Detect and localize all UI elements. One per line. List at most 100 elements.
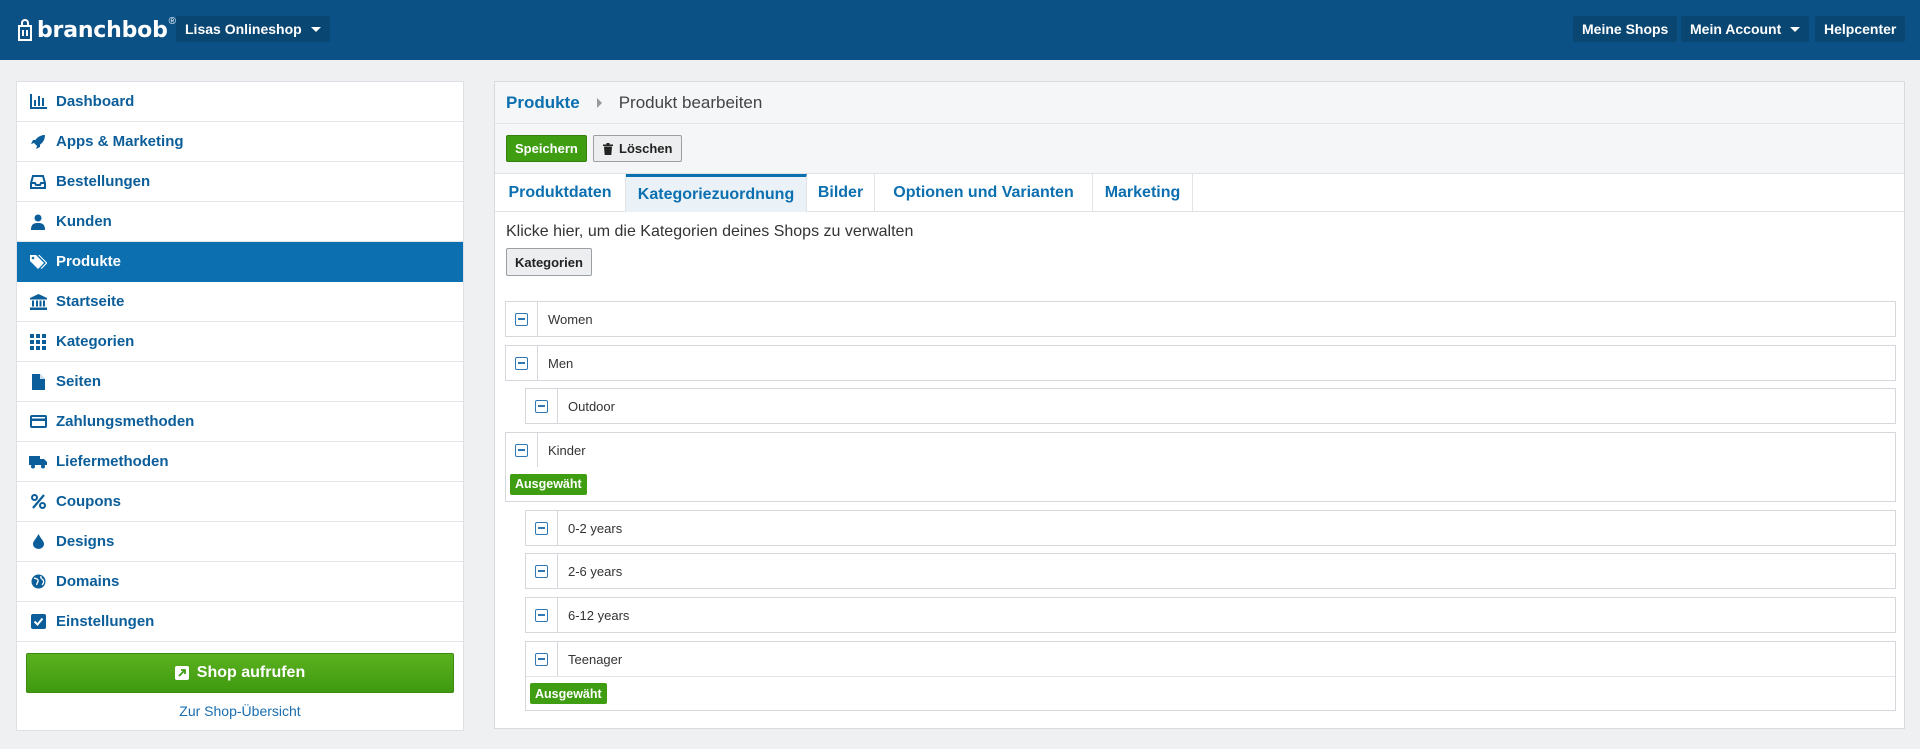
category-item-kinder: Kinder Ausgewäht <box>505 432 1896 502</box>
sidebar-item-label: Kunden <box>56 213 112 230</box>
collapse-toggle[interactable] <box>526 598 558 632</box>
trash-icon <box>603 142 613 155</box>
main-panel: Produkte Produkt bearbeiten Speichern Lö… <box>494 81 1905 729</box>
minus-square-icon <box>515 356 528 370</box>
category-name[interactable]: Teenager <box>568 652 622 667</box>
category-item-6-12-years: 6-12 years <box>525 597 1896 633</box>
product-tabs: Produktdaten Kategoriezuordnung Bilder O… <box>495 174 1904 212</box>
my-shops-label: Meine Shops <box>1582 21 1669 37</box>
selected-badge[interactable]: Ausgewäht <box>510 473 587 495</box>
minus-square-icon <box>535 399 548 413</box>
breadcrumb-separator-icon <box>596 97 602 108</box>
inbox-icon <box>29 173 47 191</box>
category-name[interactable]: 6-12 years <box>568 608 629 623</box>
sidebar-item-label: Domains <box>56 573 120 590</box>
collapse-toggle[interactable] <box>526 389 558 423</box>
tab-product-data[interactable]: Produktdaten <box>495 174 626 212</box>
category-item-outdoor: Outdoor <box>525 388 1896 424</box>
category-name[interactable]: Outdoor <box>568 399 615 414</box>
category-item-men: Men <box>505 345 1896 381</box>
category-item-women: Women <box>505 301 1896 337</box>
save-button[interactable]: Speichern <box>506 135 587 162</box>
sidebar-item-shipping-methods[interactable]: Liefermethoden <box>17 442 463 482</box>
sidebar-item-categories[interactable]: Kategorien <box>17 322 463 362</box>
sidebar-item-products[interactable]: Produkte <box>17 242 463 282</box>
caret-down-icon <box>310 26 321 32</box>
sidebar-item-pages[interactable]: Seiten <box>17 362 463 402</box>
registered-mark: ® <box>168 15 176 27</box>
collapse-toggle[interactable] <box>526 642 558 676</box>
minus-square-icon <box>515 312 528 326</box>
droplet-icon <box>29 533 47 551</box>
my-account-label: Mein Account <box>1690 21 1782 37</box>
categories-button[interactable]: Kategorien <box>506 248 592 276</box>
manage-categories-hint: Klicke hier, um die Kategorien deines Sh… <box>506 223 914 240</box>
helpcenter-button[interactable]: Helpcenter <box>1815 16 1906 42</box>
brand-name: branchbob <box>37 17 168 43</box>
credit-card-icon <box>29 413 47 431</box>
sidebar-item-label: Zahlungsmethoden <box>56 413 195 430</box>
sidebar-item-label: Seiten <box>56 373 102 390</box>
sidebar: Dashboard Apps & Marketing Bestellungen … <box>16 81 464 731</box>
tab-category-assignment[interactable]: Kategoriezuordnung <box>626 174 807 212</box>
collapse-toggle[interactable] <box>506 433 538 467</box>
globe-icon <box>29 573 47 591</box>
tab-images[interactable]: Bilder <box>807 174 875 212</box>
sidebar-item-label: Apps & Marketing <box>56 133 184 150</box>
sidebar-item-apps-marketing[interactable]: Apps & Marketing <box>17 122 463 162</box>
caret-down-icon <box>1790 26 1801 32</box>
sidebar-item-label: Bestellungen <box>56 173 151 190</box>
collapse-toggle[interactable] <box>506 346 538 380</box>
brand-logo[interactable]: branchbob ® <box>16 15 176 45</box>
sidebar-item-label: Startseite <box>56 293 125 310</box>
my-shops-button[interactable]: Meine Shops <box>1573 16 1678 42</box>
shop-selector-dropdown[interactable]: Lisas Onlineshop <box>176 16 330 42</box>
collapse-toggle[interactable] <box>526 554 558 588</box>
bar-chart-icon <box>29 93 47 111</box>
delete-button[interactable]: Löschen <box>593 135 683 162</box>
sidebar-item-designs[interactable]: Designs <box>17 522 463 562</box>
breadcrumb-products-link[interactable]: Produkte <box>506 93 580 113</box>
breadcrumb-current: Produkt bearbeiten <box>618 92 763 112</box>
collapse-toggle[interactable] <box>526 511 558 545</box>
percent-icon <box>29 493 47 511</box>
tab-options-variants[interactable]: Optionen und Varianten <box>875 174 1093 212</box>
sidebar-item-settings[interactable]: Einstellungen <box>17 602 463 642</box>
category-name[interactable]: Women <box>548 312 593 327</box>
tab-marketing[interactable]: Marketing <box>1093 174 1193 212</box>
sidebar-item-payment-methods[interactable]: Zahlungsmethoden <box>17 402 463 442</box>
category-item-2-6-years: 2-6 years <box>525 553 1896 589</box>
sidebar-item-customers[interactable]: Kunden <box>17 202 463 242</box>
external-link-icon <box>174 666 189 680</box>
minus-square-icon <box>535 564 548 578</box>
shopping-bag-icon <box>18 19 32 41</box>
sidebar-item-label: Coupons <box>56 493 121 510</box>
selected-badge[interactable]: Ausgewäht <box>530 683 607 704</box>
sidebar-item-label: Liefermethoden <box>56 453 169 470</box>
collapse-toggle[interactable] <box>506 302 538 336</box>
checkbox-icon <box>29 613 47 631</box>
sidebar-item-dashboard[interactable]: Dashboard <box>17 82 463 122</box>
breadcrumb: Produkte Produkt bearbeiten <box>495 82 1904 124</box>
sidebar-item-domains[interactable]: Domains <box>17 562 463 602</box>
sidebar-item-coupons[interactable]: Coupons <box>17 482 463 522</box>
open-shop-button[interactable]: Shop aufrufen <box>26 653 454 693</box>
sidebar-item-homepage[interactable]: Startseite <box>17 282 463 322</box>
minus-square-icon <box>535 652 548 666</box>
minus-square-icon <box>535 608 548 622</box>
shop-overview-link[interactable]: Zur Shop-Übersicht <box>17 703 463 719</box>
category-name[interactable]: 2-6 years <box>568 564 622 579</box>
category-name[interactable]: Men <box>548 356 573 371</box>
sidebar-item-orders[interactable]: Bestellungen <box>17 162 463 202</box>
bank-icon <box>29 293 47 311</box>
top-navigation-bar: branchbob ® Lisas Onlineshop Meine Shops… <box>0 0 1920 60</box>
category-name[interactable]: Kinder <box>548 443 586 458</box>
user-icon <box>29 213 47 231</box>
my-account-dropdown[interactable]: Mein Account <box>1681 16 1810 42</box>
category-item-teenager: Teenager Ausgewäht <box>525 641 1896 711</box>
sidebar-item-label: Designs <box>56 533 115 550</box>
delete-label: Löschen <box>619 141 673 156</box>
grid-icon <box>29 333 47 351</box>
shop-selector-label: Lisas Onlineshop <box>185 21 302 37</box>
category-name[interactable]: 0-2 years <box>568 521 622 536</box>
